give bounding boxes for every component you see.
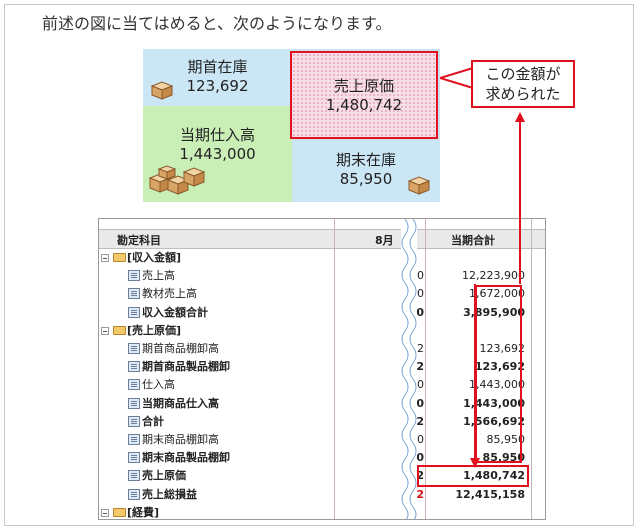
row-label: 収入金額合計 [142,305,208,319]
break-wave [401,219,417,519]
callout-box: この金額が 求められた [471,60,575,108]
account-item-icon [128,270,140,282]
row-month-value: 0 [417,378,424,392]
account-item-icon [128,470,140,482]
row-label: 期末商品製品棚卸 [142,451,230,465]
account-item-icon [128,452,140,464]
row-month-value: 0 [417,269,424,283]
header-subject[interactable]: 勘定科目 [117,232,161,248]
collapse-toggle-icon[interactable] [101,326,109,335]
cogs-value: 1,480,742 [325,96,403,114]
collapse-toggle-icon[interactable] [101,254,109,262]
account-item-icon [128,488,140,500]
opening-inventory-label: 期首在庫 [187,58,248,76]
cogs-label: 売上原価 [333,77,394,95]
row-label: [経費] [127,505,160,519]
callout-pointer [440,66,474,90]
folder-icon [113,253,126,262]
account-item-icon [128,361,140,373]
boxes-stack-icon [148,165,206,195]
row-label: 売上総損益 [142,487,197,501]
box-icon [150,81,174,100]
row-label: [収入金額] [127,251,182,264]
row-total-value: 12,415,158 [455,487,525,501]
header-month[interactable]: 8月 [375,232,394,248]
page-heading: 前述の図に当てはめると、次のようになります。 [42,14,392,33]
purchases-value: 1,443,000 [179,145,256,163]
account-item-icon [128,434,140,445]
account-item-icon [128,343,140,354]
account-item-icon [128,288,140,300]
row-label: 期首商品製品棚卸 [142,360,230,374]
account-item-icon [128,397,140,409]
row-label: 当期商品仕入高 [142,396,219,410]
row-label: 売上高 [142,269,175,283]
row-label: 期末商品棚卸高 [142,433,219,446]
callout-line-1: この金額が [485,65,561,83]
folder-icon [113,507,126,517]
collapse-toggle-icon[interactable] [101,508,109,517]
account-item-icon [128,415,140,427]
box-icon [407,176,431,195]
callout-line-2: 求められた [485,85,561,103]
closing-inventory-label: 期末在庫 [335,151,396,169]
cogs-highlight: 売上原価 1,480,742 [290,51,438,139]
row-label: 売上原価 [142,469,186,483]
table-row[interactable]: [経費] [99,504,545,519]
row-month-value: 0 [416,396,424,410]
link-arrows [470,112,525,468]
row-label: 仕入高 [142,378,175,392]
table-row[interactable]: 売上総損益 42 12,415,158 [99,486,545,504]
purchases-label: 当期仕入高 [179,126,255,144]
row-month-value: 0 [416,305,424,319]
row-label: 期首商品棚卸高 [142,342,219,355]
account-item-icon [128,306,140,318]
row-month-value: 0 [417,287,424,301]
folder-icon [113,325,126,335]
account-item-icon [128,379,140,391]
row-label: 合計 [142,414,164,428]
row-label: 教材売上高 [142,287,197,301]
row-label: [売上原価] [127,323,182,337]
